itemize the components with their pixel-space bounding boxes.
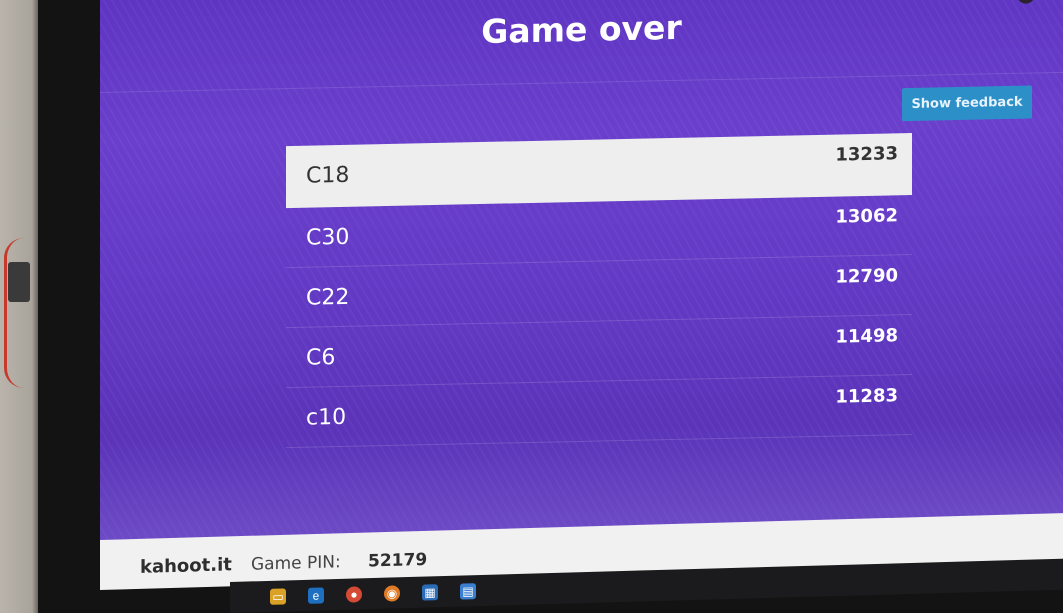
player-score: 12790	[835, 265, 898, 288]
store-icon[interactable]: ▦	[422, 583, 438, 601]
file-explorer-icon[interactable]: ▭	[270, 587, 286, 605]
player-name: C22	[306, 284, 350, 311]
player-name: C30	[306, 224, 350, 251]
scoreboard-row: c10 11283	[286, 374, 912, 449]
kahoot-brand[interactable]: kahoot.it	[140, 554, 232, 578]
document-icon[interactable]: ▤	[460, 582, 476, 600]
player-score: 11283	[835, 385, 898, 408]
chrome-icon[interactable]: ●	[346, 585, 362, 603]
player-name: C6	[306, 345, 336, 371]
player-score: 13233	[835, 143, 898, 166]
player-score: 13062	[835, 205, 898, 228]
edge-icon[interactable]: e	[308, 586, 324, 604]
cable-plug	[8, 262, 30, 302]
game-pin-value: 52179	[368, 549, 428, 572]
firefox-icon[interactable]: ◉	[384, 584, 400, 602]
show-feedback-button[interactable]: Show feedback	[902, 85, 1032, 122]
page-title: Game over	[481, 7, 682, 52]
player-score: 11498	[835, 325, 898, 348]
cable	[4, 238, 39, 388]
scoreboard: C18 13233 C30 13062 C22 12790 C6 11498 c…	[286, 132, 912, 449]
kahoot-screen: Game over ⤢ Show feedback C18 13233 C30 …	[100, 0, 1063, 557]
player-name: C18	[306, 162, 350, 189]
game-pin-label: Game PIN:	[251, 552, 341, 575]
player-name: c10	[306, 404, 347, 431]
